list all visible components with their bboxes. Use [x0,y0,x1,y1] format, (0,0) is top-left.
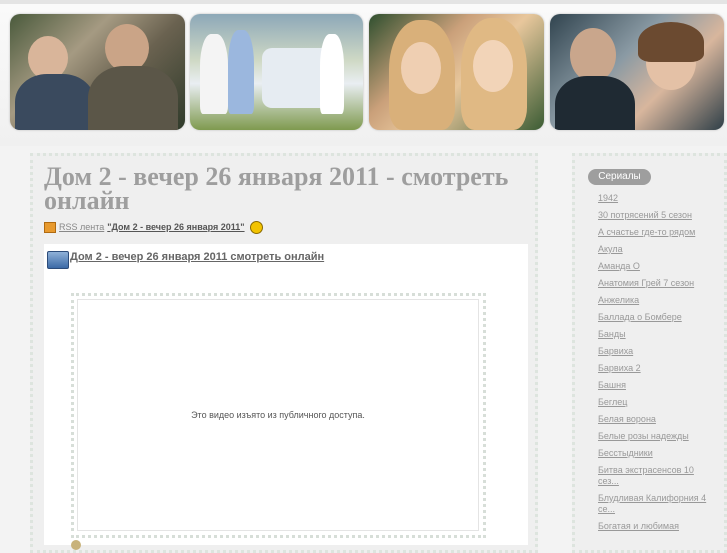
series-link[interactable]: Битва экстрасенсов 10 сез... [598,465,713,487]
series-link[interactable]: Аманда О [598,261,713,272]
series-link[interactable]: Банды [598,329,713,340]
video-player[interactable]: Это видео изъято из публичного доступа. [77,299,479,531]
series-link[interactable]: А счастье где-то рядом [598,227,713,238]
series-link[interactable]: Анатомия Грей 7 сезон [598,278,713,289]
series-link[interactable]: Баллада о Бомбере [598,312,713,323]
series-link[interactable]: Белая ворона [598,414,713,425]
smile-icon [249,220,263,234]
banner-photo-3-icon [369,14,544,130]
post-title-link[interactable]: Дом 2 - вечер 26 января 2011 смотреть он… [70,251,324,263]
header-banner [0,4,727,146]
series-link[interactable]: Беглец [598,397,713,408]
rss-line: RSS лента "Дом 2 - вечер 26 января 2011" [44,220,263,234]
series-link[interactable]: 30 потрясений 5 сезон [598,210,713,221]
page-title: Дом 2 - вечер 26 января 2011 - смотреть … [44,162,509,215]
series-link[interactable]: Анжелика [598,295,713,306]
series-link[interactable]: Барвиха [598,346,713,357]
series-link[interactable]: Акула [598,244,713,255]
series-link[interactable]: Барвиха 2 [598,363,713,374]
rss-post-link[interactable]: "Дом 2 - вечер 26 января 2011" [107,222,244,232]
series-link[interactable]: 1942 [598,193,713,204]
video-unavailable-message: Это видео изъято из публичного доступа. [191,410,365,420]
series-link[interactable]: Башня [598,380,713,391]
series-link[interactable]: Богатая и любимая [598,521,713,532]
series-link[interactable]: Белые розы надежды [598,431,713,442]
banner-photo-1-icon [10,14,185,130]
video-icon [47,251,69,269]
rss-icon [44,221,56,233]
series-list: 1942 30 потрясений 5 сезон А счастье где… [598,193,713,538]
sidebar-heading: Сериалы [588,169,651,185]
series-link[interactable]: Бесстыдники [598,448,713,459]
banner-photo-4-icon [550,14,724,130]
rss-feed-link[interactable]: RSS лента [59,222,104,232]
comment-icon [71,540,81,550]
banner-photo-2-icon [190,14,363,130]
series-link[interactable]: Блудливая Калифорния 4 се... [598,493,713,515]
